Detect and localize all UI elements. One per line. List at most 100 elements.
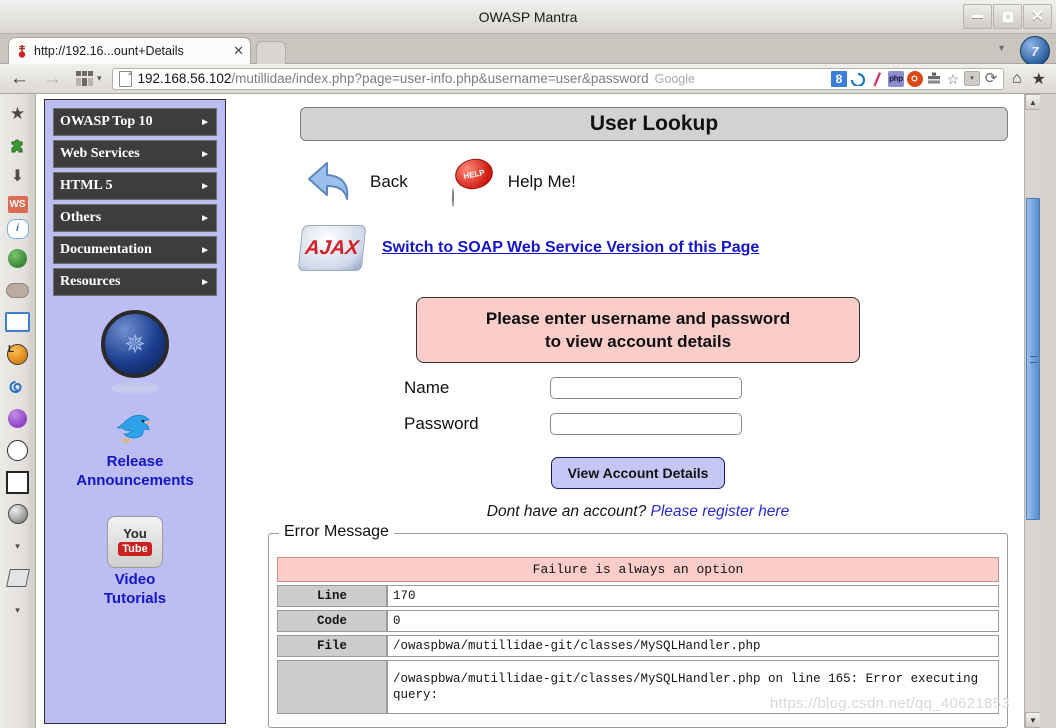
forward-icon[interactable]: → bbox=[43, 69, 62, 88]
main-content: User Lookup Back HELP Help Me! bbox=[258, 99, 1018, 728]
error-key-file: File bbox=[277, 635, 387, 657]
help-button-icon[interactable]: HELP bbox=[452, 159, 496, 205]
url-host: 192.168.56.102 bbox=[138, 71, 232, 86]
scrollbar-thumb[interactable] bbox=[1026, 198, 1040, 520]
sidebar-item-html-5[interactable]: HTML 5 ► bbox=[53, 172, 217, 200]
table-grid-icon[interactable] bbox=[5, 469, 31, 495]
register-text: Dont have an account? bbox=[487, 503, 651, 520]
chevron-right-icon: ► bbox=[200, 117, 210, 128]
nav-right-icons: ⌂ ★ bbox=[1012, 69, 1046, 89]
help-base bbox=[452, 188, 454, 207]
youtube-icon[interactable]: You Tube bbox=[107, 516, 163, 568]
star-outline-icon[interactable]: ☆ bbox=[945, 71, 961, 87]
sidebar-item-owasp-top-10[interactable]: OWASP Top 10 ► bbox=[53, 108, 217, 136]
error-value-line: 170 bbox=[387, 585, 999, 607]
home-icon[interactable]: ⌂ bbox=[1012, 70, 1022, 88]
server-icon[interactable] bbox=[926, 71, 942, 87]
help-label[interactable]: Help Me! bbox=[508, 172, 576, 192]
mask-icon[interactable] bbox=[5, 277, 31, 303]
maximize-button[interactable] bbox=[993, 4, 1022, 29]
scroll-down-icon[interactable]: ▼ bbox=[1025, 712, 1040, 728]
page-document-icon bbox=[119, 71, 132, 87]
sidebar-item-resources[interactable]: Resources ► bbox=[53, 268, 217, 296]
sphere-chevron-icon[interactable]: ▾ bbox=[5, 533, 31, 559]
error-legend: Error Message bbox=[279, 523, 394, 541]
table-row: Code 0 bbox=[277, 610, 999, 632]
sidebar-item-web-services[interactable]: Web Services ► bbox=[53, 140, 217, 168]
instruction-banner: Please enter username and password to vi… bbox=[416, 297, 860, 363]
window-controls: ✕ bbox=[962, 4, 1052, 30]
ajax-icon: AJAX bbox=[298, 225, 367, 271]
dropdown-icon[interactable]: ▾ bbox=[964, 71, 980, 86]
window-titlebar: OWASP Mantra ✕ bbox=[0, 0, 1056, 34]
sidebar-item-label: Resources bbox=[60, 274, 200, 290]
name-label: Name bbox=[404, 378, 550, 398]
chevron-right-icon: ► bbox=[200, 277, 210, 288]
name-input[interactable] bbox=[550, 377, 742, 399]
ubuntu-icon[interactable] bbox=[907, 71, 923, 87]
sidebar-item-label: Others bbox=[60, 210, 200, 226]
addons-puzzle-icon[interactable] bbox=[5, 132, 31, 158]
folder-skew-icon[interactable] bbox=[5, 565, 31, 591]
page-scrollbar[interactable]: ▲ ▼ bbox=[1024, 94, 1040, 728]
release-announcements-link[interactable]: Release Announcements bbox=[53, 452, 217, 490]
password-label: Password bbox=[404, 414, 550, 434]
back-icon[interactable]: ← bbox=[10, 69, 29, 88]
sidebar-item-documentation[interactable]: Documentation ► bbox=[53, 236, 217, 264]
name-row: Name bbox=[258, 377, 1018, 399]
blue-spiral-icon[interactable] bbox=[5, 373, 31, 399]
apps-grid-icon[interactable] bbox=[76, 71, 93, 86]
password-input[interactable] bbox=[550, 413, 742, 435]
scroll-up-icon[interactable]: ▲ bbox=[1025, 94, 1040, 110]
new-tab-button[interactable] bbox=[256, 41, 286, 64]
video-tutorials-link[interactable]: Video Tutorials bbox=[53, 570, 217, 608]
twitter-bird-icon[interactable] bbox=[53, 410, 217, 450]
purple-virus-icon[interactable] bbox=[5, 405, 31, 431]
address-bar[interactable]: 192.168.56.102 /mutillidae/index.php?pag… bbox=[112, 68, 1004, 90]
back-label[interactable]: Back bbox=[370, 172, 408, 192]
google-icon[interactable]: 8 bbox=[831, 71, 847, 87]
php-icon[interactable]: php bbox=[888, 71, 904, 87]
swirl-icon[interactable] bbox=[850, 71, 866, 87]
browser-tab[interactable]: http://192.16...ount+Details ✕ bbox=[8, 37, 251, 64]
bookmarks-star-icon[interactable]: ★ bbox=[5, 100, 31, 126]
more-chevron-icon[interactable]: ▾ bbox=[5, 597, 31, 623]
minimize-button[interactable] bbox=[963, 4, 992, 29]
logo-reflection bbox=[111, 381, 159, 395]
cookie-icon[interactable] bbox=[5, 437, 31, 463]
error-key-message bbox=[277, 660, 387, 714]
sidebar-item-others[interactable]: Others ► bbox=[53, 204, 217, 232]
downloads-arrow-icon[interactable]: ⬇ bbox=[5, 164, 31, 190]
apps-grid-chevron-icon[interactable]: ▾ bbox=[97, 73, 102, 84]
pen-icon[interactable] bbox=[867, 68, 888, 89]
soap-version-link[interactable]: Switch to SOAP Web Service Version of th… bbox=[382, 239, 759, 257]
error-banner: Failure is always an option bbox=[277, 557, 999, 582]
error-value-file: /owaspbwa/mutillidae-git/classes/MySQLHa… bbox=[387, 635, 999, 657]
sidebar-item-label: Web Services bbox=[60, 146, 200, 162]
register-link[interactable]: Please register here bbox=[651, 503, 790, 520]
dragonfly-orb-icon: ✵ bbox=[101, 310, 169, 378]
back-arrow-icon[interactable] bbox=[300, 157, 358, 207]
instruction-line-2: to view account details bbox=[545, 332, 731, 351]
info-bubble-icon[interactable]: i bbox=[7, 219, 29, 239]
mutillidae-logo: ✵ bbox=[98, 310, 172, 392]
ajax-row: AJAX Switch to SOAP Web Service Version … bbox=[300, 225, 1018, 271]
green-globe-icon[interactable] bbox=[5, 245, 31, 271]
bookmark-star-icon[interactable]: ★ bbox=[1032, 69, 1046, 89]
view-account-details-button[interactable]: View Account Details bbox=[551, 457, 726, 489]
reload-icon[interactable]: ⟳ bbox=[983, 71, 999, 87]
tab-close-icon[interactable]: ✕ bbox=[233, 43, 244, 59]
left-sidebar-toolbar: ★ ⬇ WS i L ▾ ▾ bbox=[0, 94, 36, 728]
web-security-ws-icon[interactable]: WS bbox=[8, 196, 28, 213]
sidebar-item-label: HTML 5 bbox=[60, 178, 200, 194]
mantra-logo-icon[interactable]: 7 bbox=[1020, 36, 1050, 66]
sphere-icon[interactable] bbox=[5, 501, 31, 527]
table-row: /owaspbwa/mutillidae-git/classes/MySQLHa… bbox=[277, 660, 999, 714]
tab-list-chevron-icon[interactable]: ▾ bbox=[999, 43, 1004, 54]
youtube-you-text: You bbox=[123, 528, 147, 540]
orange-shield-icon[interactable]: L bbox=[5, 341, 31, 367]
select-element-icon[interactable] bbox=[5, 309, 31, 335]
video-line-1: Video bbox=[115, 571, 156, 588]
chevron-right-icon: ► bbox=[200, 213, 210, 224]
close-button[interactable]: ✕ bbox=[1023, 4, 1052, 29]
